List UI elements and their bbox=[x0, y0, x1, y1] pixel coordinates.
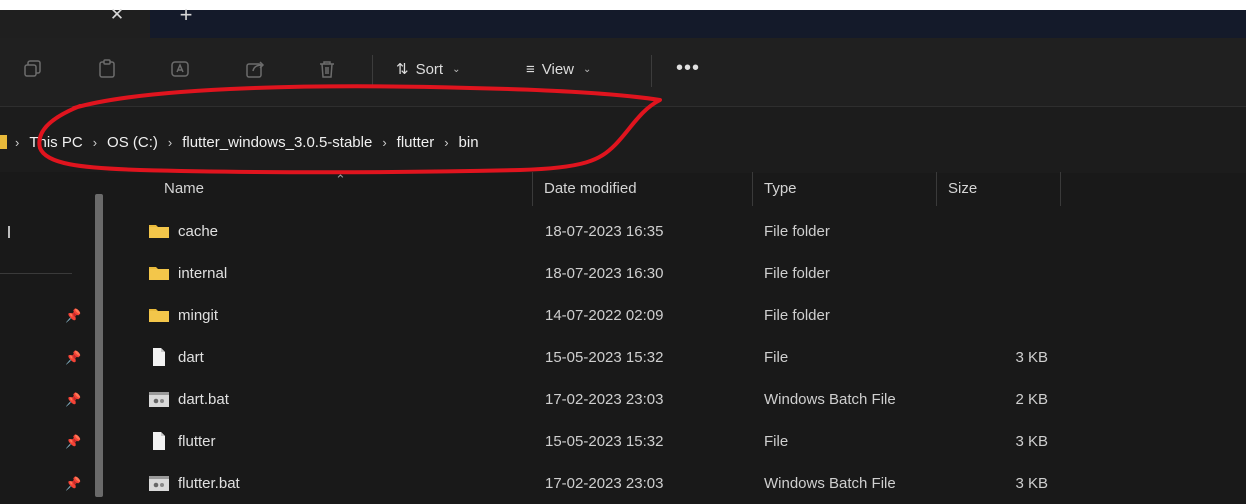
toolbar-divider bbox=[651, 55, 652, 87]
pin-icon[interactable]: 📌 bbox=[65, 308, 81, 324]
breadcrumb-this-pc[interactable]: This PC bbox=[29, 134, 82, 151]
nav-scrollbar[interactable] bbox=[95, 194, 103, 497]
chevron-right-icon[interactable]: › bbox=[382, 135, 386, 150]
file-row[interactable]: mingit 14-07-2022 02:09 File folder bbox=[108, 294, 1246, 336]
new-item-icon[interactable] bbox=[22, 58, 44, 80]
folder-icon bbox=[148, 263, 170, 283]
tab-strip-background bbox=[150, 10, 1246, 38]
file-name: flutter.bat bbox=[178, 475, 240, 492]
breadcrumb-bin[interactable]: bin bbox=[459, 134, 479, 151]
file-name: internal bbox=[178, 265, 228, 282]
chevron-right-icon[interactable]: › bbox=[168, 135, 172, 150]
file-date-modified: 15-05-2023 15:32 bbox=[545, 349, 664, 366]
file-date-modified: 18-07-2023 16:35 bbox=[545, 223, 664, 240]
sort-ascending-icon: ⌃ bbox=[335, 172, 346, 187]
folder-icon bbox=[148, 221, 170, 241]
file-date-modified: 15-05-2023 15:32 bbox=[545, 433, 664, 450]
file-date-modified: 17-02-2023 23:03 bbox=[545, 475, 664, 492]
column-header-name[interactable]: Name bbox=[164, 180, 204, 200]
new-tab-icon[interactable]: + bbox=[176, 4, 196, 26]
pin-icon[interactable]: 📌 bbox=[65, 392, 81, 408]
file-size: 2 KB bbox=[1015, 391, 1048, 408]
file-row[interactable]: cache 18-07-2023 16:35 File folder bbox=[108, 210, 1246, 252]
column-divider[interactable] bbox=[936, 172, 937, 206]
file-row[interactable]: dart.bat 17-02-2023 23:03 Windows Batch Fi… bbox=[108, 378, 1246, 420]
file-date-modified: 18-07-2023 16:30 bbox=[545, 265, 664, 282]
chevron-right-icon[interactable]: › bbox=[444, 135, 448, 150]
file-name: mingit bbox=[178, 307, 219, 324]
file-type: File folder bbox=[764, 307, 830, 324]
chevron-right-icon[interactable]: › bbox=[93, 135, 97, 150]
close-tab-icon[interactable]: ✕ bbox=[108, 6, 126, 24]
file-date-modified: 17-02-2023 23:03 bbox=[545, 391, 664, 408]
file-type: File folder bbox=[764, 223, 830, 240]
file-row[interactable]: internal 18-07-2023 16:30 File folder bbox=[108, 252, 1246, 294]
file-size: 3 KB bbox=[1015, 433, 1048, 450]
batch-file-icon bbox=[148, 473, 170, 493]
share-icon[interactable] bbox=[244, 58, 266, 80]
file-size: 3 KB bbox=[1015, 475, 1048, 492]
view-button[interactable]: ≡ View ⌄ bbox=[526, 57, 591, 83]
column-divider[interactable] bbox=[1060, 172, 1061, 206]
sort-button[interactable]: ⇅ Sort ⌄ bbox=[396, 57, 460, 83]
file-name: dart.bat bbox=[178, 391, 229, 408]
file-row[interactable]: dart 15-05-2023 15:32 File 3 KB bbox=[108, 336, 1246, 378]
breadcrumb: › This PC › OS (C:) › flutter_windows_3.… bbox=[0, 132, 479, 152]
chevron-down-icon: ⌄ bbox=[583, 64, 592, 75]
file-name: flutter bbox=[178, 433, 216, 450]
chevron-right-icon[interactable]: › bbox=[15, 135, 19, 150]
chevron-down-icon: ⌄ bbox=[452, 64, 461, 75]
breadcrumb-flutter-windows[interactable]: flutter_windows_3.0.5-stable bbox=[182, 134, 372, 151]
sort-label: Sort bbox=[415, 61, 444, 78]
file-type: Windows Batch File bbox=[764, 391, 896, 408]
column-header-type[interactable]: Type bbox=[764, 180, 797, 200]
file-type: File folder bbox=[764, 265, 830, 282]
file-icon bbox=[148, 347, 170, 367]
file-date-modified: 14-07-2022 02:09 bbox=[545, 307, 664, 324]
command-bar: ⇅ Sort ⌄ ≡ View ⌄ ••• bbox=[0, 38, 1246, 106]
view-icon: ≡ bbox=[526, 61, 535, 78]
address-bar[interactable]: › This PC › OS (C:) › flutter_windows_3.… bbox=[0, 106, 1246, 173]
pin-icon[interactable]: 📌 bbox=[65, 350, 81, 366]
file-type: File bbox=[764, 349, 789, 366]
nav-divider bbox=[0, 273, 72, 274]
paste-icon[interactable] bbox=[169, 58, 191, 80]
pin-icon[interactable]: 📌 bbox=[65, 434, 81, 450]
toolbar-divider bbox=[372, 55, 373, 87]
column-divider[interactable] bbox=[752, 172, 753, 206]
navigation-pane bbox=[0, 172, 108, 497]
breadcrumb-os-drive[interactable]: OS (C:) bbox=[107, 134, 158, 151]
file-type: Windows Batch File bbox=[764, 475, 896, 492]
file-list: ⌃ Name Date modified Type Size cache 18-0… bbox=[108, 172, 1246, 497]
file-row[interactable]: flutter 15-05-2023 15:32 File 3 KB bbox=[108, 420, 1246, 462]
folder-icon bbox=[0, 135, 7, 149]
file-name: cache bbox=[178, 223, 219, 240]
breadcrumb-flutter[interactable]: flutter bbox=[397, 134, 435, 151]
file-icon bbox=[148, 431, 170, 451]
view-label: View bbox=[541, 61, 575, 78]
copy-icon[interactable] bbox=[96, 58, 118, 80]
folder-icon bbox=[148, 305, 170, 325]
nav-item-indicator bbox=[8, 226, 10, 238]
column-divider[interactable] bbox=[532, 172, 533, 206]
pin-icon[interactable]: 📌 bbox=[65, 476, 81, 492]
column-header-size[interactable]: Size bbox=[948, 180, 977, 200]
column-header-date[interactable]: Date modified bbox=[544, 180, 637, 200]
more-options-button[interactable]: ••• bbox=[676, 57, 704, 83]
delete-icon[interactable] bbox=[316, 58, 338, 80]
batch-file-icon bbox=[148, 389, 170, 409]
file-row[interactable]: flutter.bat 17-02-2023 23:03 Windows Batch… bbox=[108, 462, 1246, 504]
file-name: dart bbox=[178, 349, 204, 366]
sort-icon: ⇅ bbox=[396, 61, 409, 78]
file-size: 3 KB bbox=[1015, 349, 1048, 366]
file-type: File bbox=[764, 433, 789, 450]
